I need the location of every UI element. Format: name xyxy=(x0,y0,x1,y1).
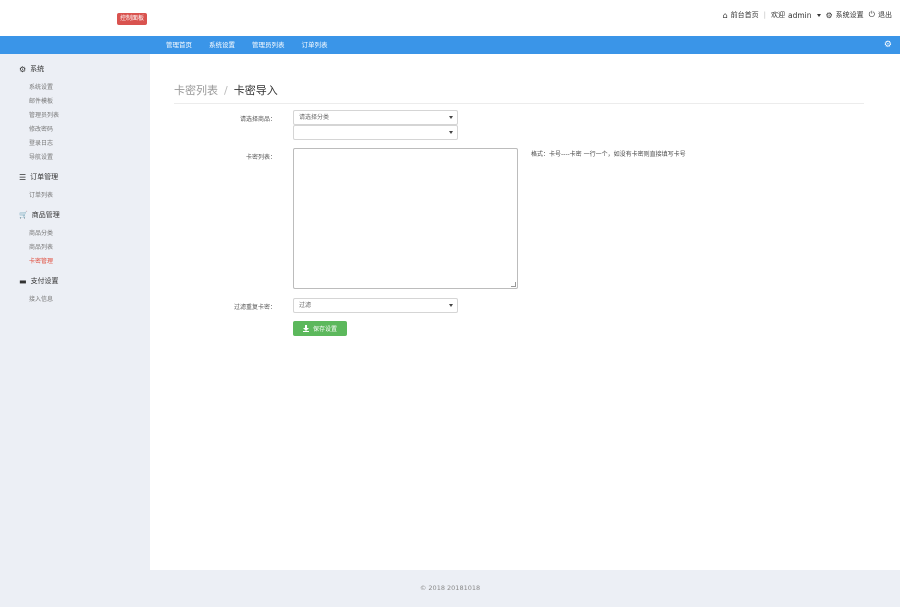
product-label: 请选择商品： xyxy=(239,116,276,123)
main-navbar: 管理首页 系统设置 管理员列表 订单列表 ⚙ xyxy=(0,36,900,54)
save-button-label: 保存设置 xyxy=(312,326,337,333)
nav-item-settings[interactable]: 系统设置 xyxy=(209,36,235,54)
nav-item-dashboard[interactable]: 管理首页 xyxy=(166,36,192,54)
sidebar-item-product-list[interactable]: 商品列表 xyxy=(29,242,53,251)
top-links: ⌂ 前台首页 | 欢迎 admin ⚙ 系统设置 ⏻ 退出 xyxy=(718,9,892,21)
dedupe-select-value: 过滤 xyxy=(299,302,312,309)
cards-hint: 格式：卡号----卡密 一行一个，如没有卡密则直接填写卡号 xyxy=(531,151,686,158)
breadcrumb-parent[interactable]: 卡密列表 xyxy=(174,84,218,97)
divider xyxy=(174,103,864,104)
cards-label: 卡密列表： xyxy=(245,154,276,161)
welcome-prefix: 欢迎 xyxy=(771,11,785,19)
sidebar-section-title: 商品管理 xyxy=(31,211,60,219)
sidebar: ⚙ 系统 系统设置 邮件模板 管理员列表 修改密码 登录日志 导航设置 ☰ 订单… xyxy=(0,54,150,570)
sidebar-section-orders[interactable]: ☰ 订单管理 xyxy=(19,172,58,182)
sidebar-item-mail-template[interactable]: 邮件模板 xyxy=(29,96,53,105)
dedupe-select[interactable]: 过滤 xyxy=(293,298,458,313)
sidebar-section-payment[interactable]: ▬ 支付设置 xyxy=(19,276,59,286)
sidebar-item-change-password[interactable]: 修改密码 xyxy=(29,124,53,133)
sidebar-item-system-settings[interactable]: 系统设置 xyxy=(29,82,53,91)
card-icon: ▬ xyxy=(19,276,27,286)
logout-link-label: 退出 xyxy=(878,11,892,19)
chevron-down-icon xyxy=(449,130,453,134)
sidebar-item-card-management[interactable]: 卡密管理 xyxy=(29,256,53,265)
home-icon: ⌂ xyxy=(722,10,728,20)
sidebar-section-title: 系统 xyxy=(30,65,45,73)
sidebar-item-login-log[interactable]: 登录日志 xyxy=(29,138,53,147)
nav-item-orders[interactable]: 订单列表 xyxy=(302,36,328,54)
breadcrumb: 卡密列表 / 卡密导入 xyxy=(174,82,278,98)
category-select-value: 请选择分类 xyxy=(299,114,330,121)
chevron-down-icon xyxy=(816,13,821,17)
cart-icon: 🛒 xyxy=(19,211,28,219)
sidebar-item-product-category[interactable]: 商品分类 xyxy=(29,228,53,237)
logo-badge[interactable]: 控制面板 xyxy=(117,13,148,25)
breadcrumb-current: 卡密导入 xyxy=(233,84,278,97)
download-icon xyxy=(302,325,309,332)
breadcrumb-separator: / xyxy=(224,84,228,97)
power-icon: ⏻ xyxy=(868,10,875,19)
gear-icon: ⚙ xyxy=(825,10,833,20)
separator: | xyxy=(763,11,766,19)
sidebar-section-system[interactable]: ⚙ 系统 xyxy=(19,64,44,74)
category-select[interactable]: 请选择分类 xyxy=(293,110,458,125)
product-select[interactable] xyxy=(293,125,458,140)
home-link-label: 前台首页 xyxy=(730,11,759,19)
navbar-gear-icon[interactable]: ⚙ xyxy=(884,40,892,50)
cards-textarea[interactable] xyxy=(293,148,518,289)
sidebar-item-access-info[interactable]: 接入信息 xyxy=(29,294,53,303)
gear-icon: ⚙ xyxy=(19,64,27,74)
user-menu[interactable]: 欢迎 admin xyxy=(771,10,821,20)
save-button[interactable]: 保存设置 xyxy=(293,321,347,336)
main-content: 卡密列表 / 卡密导入 请选择商品： 请选择分类 卡密列表： 格式：卡号----卡密… xyxy=(150,54,900,570)
home-link[interactable]: ⌂ 前台首页 xyxy=(723,10,759,20)
settings-link-label: 系统设置 xyxy=(835,11,864,19)
list-icon: ☰ xyxy=(19,172,27,182)
nav-item-admins[interactable]: 管理员列表 xyxy=(252,36,285,54)
resize-handle-icon[interactable] xyxy=(511,282,516,287)
sidebar-item-nav-settings[interactable]: 导航设置 xyxy=(29,152,53,161)
sidebar-section-products[interactable]: 🛒 商品管理 xyxy=(19,210,60,220)
sidebar-section-title: 订单管理 xyxy=(30,173,59,181)
settings-link[interactable]: ⚙ 系统设置 xyxy=(826,10,864,20)
footer-copyright: © 2018 20181018 xyxy=(419,584,481,592)
logout-link[interactable]: ⏻ 退出 xyxy=(869,10,892,20)
sidebar-item-admin-list[interactable]: 管理员列表 xyxy=(29,110,59,119)
username: admin xyxy=(788,10,812,20)
footer: © 2018 20181018 xyxy=(0,570,900,607)
top-header: 控制面板 ⌂ 前台首页 | 欢迎 admin ⚙ 系统设置 ⏻ 退出 xyxy=(0,0,900,36)
chevron-down-icon xyxy=(449,115,453,119)
sidebar-section-title: 支付设置 xyxy=(30,277,59,285)
navbar-menu: 管理首页 系统设置 管理员列表 订单列表 xyxy=(166,36,345,54)
dedupe-label: 过滤重复卡密： xyxy=(233,304,276,311)
sidebar-item-order-list[interactable]: 订单列表 xyxy=(29,190,53,199)
chevron-down-icon xyxy=(449,303,453,307)
